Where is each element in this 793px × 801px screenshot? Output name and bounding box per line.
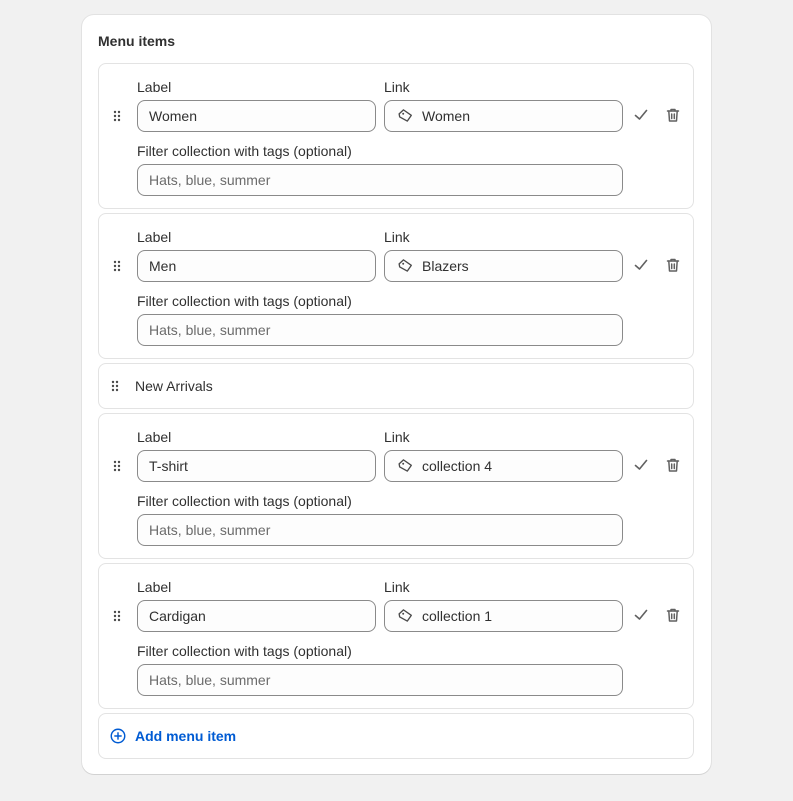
link-input[interactable]: collection 4 (384, 450, 623, 482)
filter-placeholder: Hats, blue, summer (149, 322, 271, 338)
menu-item-collapsed[interactable]: New Arrivals (98, 363, 694, 409)
drag-handle-icon[interactable] (111, 380, 119, 392)
drag-handle-icon[interactable] (113, 260, 121, 272)
filter-tags-input[interactable]: Hats, blue, summer (137, 664, 623, 696)
drag-handle-icon[interactable] (113, 610, 121, 622)
trash-icon[interactable] (663, 455, 683, 475)
link-caption: Link (384, 229, 410, 245)
label-input-value: Men (149, 258, 177, 274)
label-input-value: T-shirt (149, 458, 188, 474)
label-caption: Label (137, 429, 172, 445)
tag-icon (398, 109, 412, 122)
link-caption: Link (384, 79, 410, 95)
link-input[interactable]: Blazers (384, 250, 623, 282)
filter-tags-input[interactable]: Hats, blue, summer (137, 514, 623, 546)
checkmark-icon[interactable] (631, 255, 651, 275)
filter-caption: Filter collection with tags (optional) (137, 293, 352, 309)
plus-circle-icon (110, 728, 126, 744)
menu-items-card: Menu items Label Women Link Women Filter… (82, 15, 711, 774)
label-input[interactable]: Women (137, 100, 376, 132)
menu-item: Label Cardigan Link collection 1 Filter … (98, 563, 694, 709)
filter-caption: Filter collection with tags (optional) (137, 493, 352, 509)
checkmark-icon[interactable] (631, 605, 651, 625)
label-input-value: Cardigan (149, 608, 206, 624)
menu-item: Label Men Link Blazers Filter collection… (98, 213, 694, 359)
filter-caption: Filter collection with tags (optional) (137, 143, 352, 159)
checkmark-icon[interactable] (631, 105, 651, 125)
trash-icon[interactable] (663, 605, 683, 625)
link-input-value: collection 4 (422, 458, 493, 474)
checkmark-icon[interactable] (631, 455, 651, 475)
link-input-value: collection 1 (422, 608, 493, 624)
label-input[interactable]: T-shirt (137, 450, 376, 482)
trash-icon[interactable] (663, 255, 683, 275)
filter-placeholder: Hats, blue, summer (149, 672, 271, 688)
label-caption: Label (137, 579, 172, 595)
filter-caption: Filter collection with tags (optional) (137, 643, 352, 659)
tag-icon (398, 609, 412, 622)
link-caption: Link (384, 579, 410, 595)
link-input-value: Blazers (422, 258, 469, 274)
label-input-value: Women (149, 108, 197, 124)
menu-item: Label T-shirt Link collection 4 Filter c… (98, 413, 694, 559)
label-caption: Label (137, 79, 172, 95)
label-input[interactable]: Cardigan (137, 600, 376, 632)
drag-handle-icon[interactable] (113, 110, 121, 122)
add-menu-item-button[interactable]: Add menu item (98, 713, 694, 759)
link-input[interactable]: Women (384, 100, 623, 132)
link-input[interactable]: collection 1 (384, 600, 623, 632)
menu-item: Label Women Link Women Filter collection… (98, 63, 694, 209)
link-input-value: Women (422, 108, 470, 124)
card-title: Menu items (98, 33, 176, 49)
filter-tags-input[interactable]: Hats, blue, summer (137, 164, 623, 196)
add-menu-item-label: Add menu item (135, 728, 237, 744)
label-caption: Label (137, 229, 172, 245)
link-caption: Link (384, 429, 410, 445)
tag-icon (398, 259, 412, 272)
filter-placeholder: Hats, blue, summer (149, 172, 271, 188)
menu-item-title: New Arrivals (135, 378, 213, 394)
drag-handle-icon[interactable] (113, 460, 121, 472)
label-input[interactable]: Men (137, 250, 376, 282)
trash-icon[interactable] (663, 105, 683, 125)
tag-icon (398, 459, 412, 472)
filter-tags-input[interactable]: Hats, blue, summer (137, 314, 623, 346)
filter-placeholder: Hats, blue, summer (149, 522, 271, 538)
